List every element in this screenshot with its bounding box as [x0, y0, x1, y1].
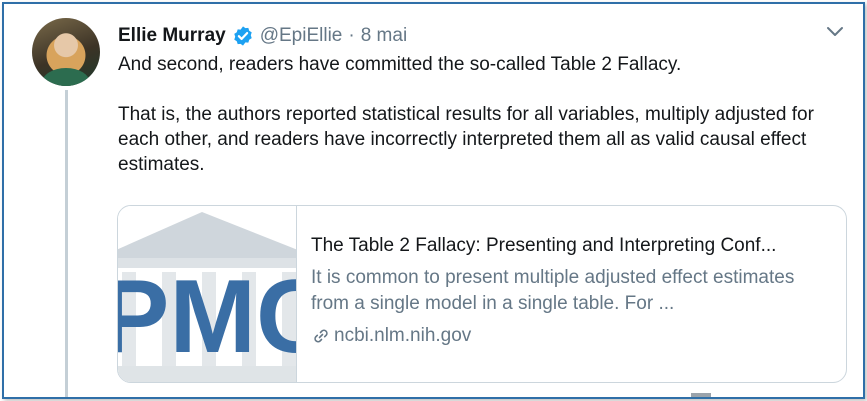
tweet-text: And second, readers have committed the s… [118, 52, 848, 177]
tweet-container[interactable]: Ellie Murray @EpiEllie · 8 mai And secon… [2, 2, 865, 399]
link-icon [314, 329, 328, 343]
author-handle[interactable]: @EpiEllie [260, 25, 343, 47]
avatar[interactable] [32, 18, 100, 86]
tweet-date[interactable]: 8 mai [361, 25, 407, 47]
tweet-paragraph: That is, the authors reported statistica… [118, 104, 814, 175]
thread-line [65, 90, 68, 397]
avatar-shoulders [42, 68, 90, 86]
card-description: It is common to present multiple adjuste… [311, 267, 795, 314]
card-thumbnail: PMC [118, 206, 297, 382]
pmc-logo-text: PMC [118, 259, 296, 375]
header-separator: · [348, 25, 355, 46]
card-title: The Table 2 Fallacy: Presenting and Inte… [311, 235, 777, 256]
card-body: The Table 2 Fallacy: Presenting and Inte… [311, 234, 831, 349]
scroll-indicator [691, 393, 711, 397]
tweet-header: Ellie Murray @EpiEllie · 8 mai [118, 22, 407, 50]
card-domain: ncbi.nlm.nih.gov [334, 325, 472, 346]
tweet-paragraph: And second, readers have committed the s… [118, 54, 682, 75]
pmc-logo: PMC [118, 212, 296, 382]
card-domain-row: ncbi.nlm.nih.gov [311, 323, 831, 349]
link-preview-card[interactable]: PMC The Table 2 Fallacy: Presenting and … [117, 205, 847, 383]
author-name[interactable]: Ellie Murray [118, 25, 226, 47]
chevron-down-icon[interactable] [824, 20, 846, 42]
verified-badge-icon [234, 26, 252, 46]
